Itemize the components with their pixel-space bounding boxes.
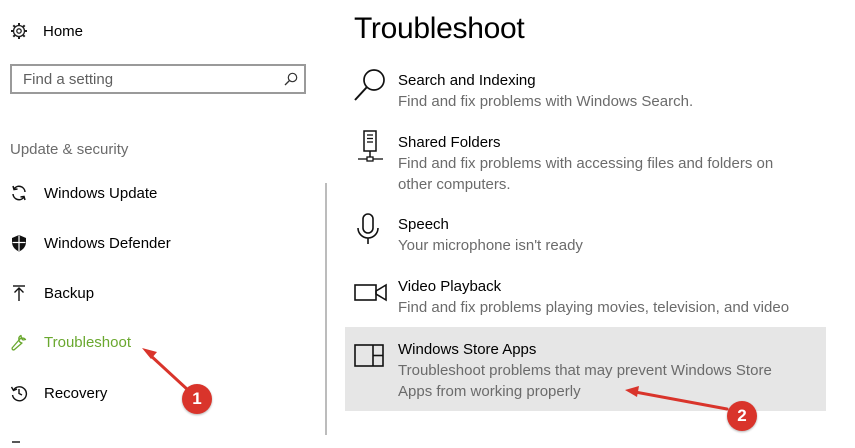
search-box[interactable] — [10, 64, 306, 94]
sidebar-item-backup[interactable]: Backup — [10, 282, 94, 304]
annotation-badge-2: 2 — [727, 401, 757, 431]
search-icon[interactable] — [284, 72, 298, 86]
wrench-icon — [10, 333, 28, 351]
sync-icon — [10, 184, 28, 202]
troubleshooter-windows-store-apps[interactable]: Windows Store Apps Troubleshoot problems… — [345, 327, 826, 411]
sidebar-item-label: Backup — [44, 284, 95, 302]
troubleshooter-desc: Find and fix problems playing movies, te… — [398, 299, 790, 316]
search-input[interactable] — [12, 66, 273, 92]
sidebar-item-label: Troubleshoot — [44, 333, 131, 351]
store-apps-icon — [354, 344, 384, 373]
troubleshooter-search-indexing[interactable]: Search and Indexing Find and fix problem… — [352, 68, 826, 114]
sidebar-next-item-partial — [10, 430, 22, 443]
home-link[interactable]: Home — [10, 22, 83, 40]
home-label: Home — [43, 22, 84, 40]
arrow-1-line — [148, 353, 190, 392]
arrow-1-head — [142, 348, 157, 359]
network-computer-icon — [357, 130, 385, 169]
section-header: Update & security — [10, 141, 129, 158]
sidebar-item-windows-defender[interactable]: Windows Defender — [10, 232, 171, 254]
shield-icon — [10, 234, 28, 252]
sidebar-item-windows-update[interactable]: Windows Update — [10, 182, 157, 204]
page-title: Troubleshoot — [354, 12, 525, 45]
troubleshooter-name: Search and Indexing — [398, 72, 536, 89]
troubleshooter-name: Speech — [398, 216, 449, 233]
troubleshooter-name: Windows Store Apps — [398, 341, 537, 358]
troubleshooter-video-playback[interactable]: Video Playback Find and fix problems pla… — [352, 274, 826, 320]
troubleshooter-name: Shared Folders — [398, 134, 501, 151]
video-camera-icon — [354, 282, 388, 309]
troubleshooter-desc: Troubleshoot problems that may prevent W… — [398, 362, 772, 400]
sidebar-item-troubleshoot[interactable]: Troubleshoot — [10, 331, 131, 353]
history-icon — [10, 384, 28, 402]
sidebar-item-label: Windows Defender — [44, 234, 171, 252]
sidebar-scrollbar[interactable] — [325, 183, 327, 435]
sidebar-item-recovery[interactable]: Recovery — [10, 382, 107, 404]
annotation-badge-1: 1 — [182, 384, 212, 414]
microphone-icon — [356, 212, 380, 253]
sidebar-item-label: Recovery — [44, 384, 108, 402]
troubleshooter-shared-folders[interactable]: Shared Folders Find and fix problems wit… — [352, 130, 826, 196]
troubleshooter-speech[interactable]: Speech Your microphone isn't ready — [352, 212, 826, 258]
troubleshooter-desc: Find and fix problems with Windows Searc… — [398, 93, 694, 110]
troubleshooter-name: Video Playback — [398, 278, 502, 295]
troubleshooter-desc: Your microphone isn't ready — [398, 237, 583, 254]
troubleshooter-desc: Find and fix problems with accessing fil… — [398, 155, 774, 193]
gear-icon — [10, 22, 28, 40]
magnifier-icon — [352, 68, 388, 109]
upload-arrow-icon — [10, 284, 28, 302]
sidebar-item-label: Windows Update — [44, 184, 158, 202]
